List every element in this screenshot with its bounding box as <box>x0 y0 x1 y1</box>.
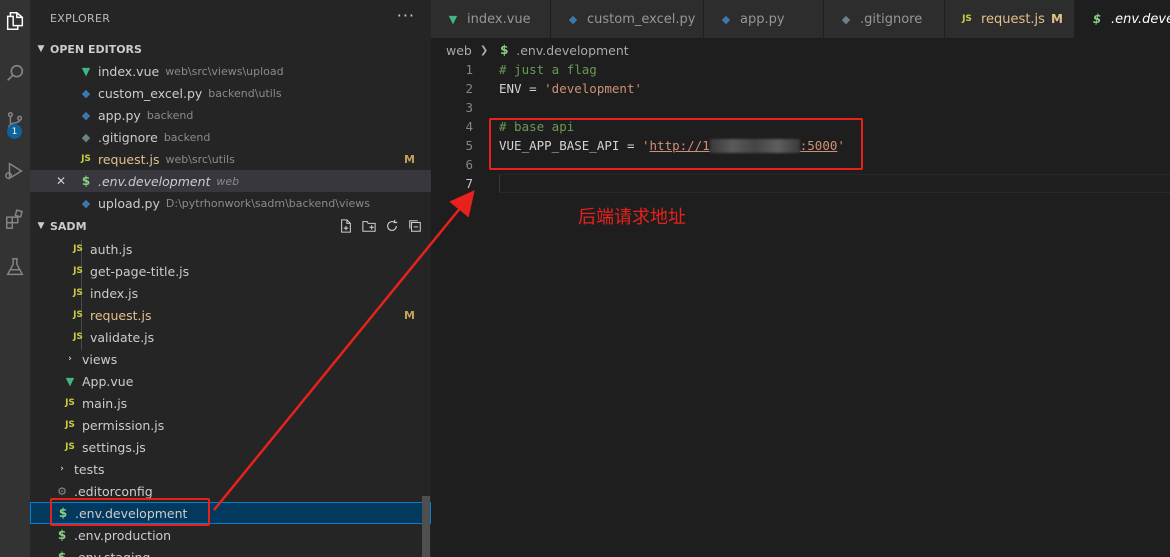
annotation-label: 后端请求地址 <box>578 207 686 228</box>
annotation-arrow <box>213 190 475 511</box>
